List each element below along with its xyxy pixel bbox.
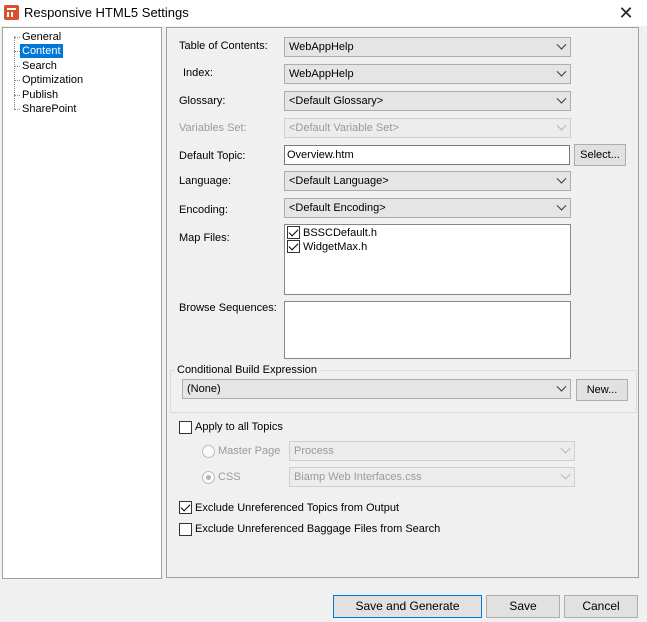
language-label: Language: [179, 175, 231, 187]
css-value: Biamp Web Interfaces.css [294, 471, 422, 483]
window-title: Responsive HTML5 Settings [24, 5, 189, 20]
app-icon [4, 5, 19, 20]
map-files-label: Map Files: [179, 232, 230, 244]
exclude-baggage-checkbox[interactable] [179, 523, 192, 536]
map-file-checkbox[interactable] [287, 226, 300, 239]
new-expression-button[interactable]: New... [576, 379, 628, 401]
toc-select[interactable]: WebAppHelp [284, 37, 571, 57]
default-topic-label: Default Topic: [179, 150, 246, 162]
conditional-build-select[interactable]: (None) [182, 379, 571, 399]
index-label: Index: [183, 67, 213, 79]
tree-item-label: SharePoint [22, 103, 77, 115]
chevron-down-icon [556, 93, 567, 104]
glossary-label: Glossary: [179, 95, 226, 107]
map-file-name: BSSCDefault.h [303, 227, 377, 239]
title-bar: Responsive HTML5 Settings ✕ [0, 0, 647, 26]
index-select[interactable]: WebAppHelp [284, 64, 571, 84]
tree-connector [14, 36, 15, 109]
toc-label: Table of Contents: [179, 40, 268, 52]
map-file-checkbox[interactable] [287, 240, 300, 253]
exclude-topics-checkbox[interactable] [179, 501, 192, 514]
css-select[interactable]: Biamp Web Interfaces.css [289, 467, 575, 487]
conditional-build-label: Conditional Build Expression [175, 364, 320, 376]
tree-item-label: Search [22, 60, 57, 72]
chevron-down-icon [556, 173, 567, 184]
tree-item-label: Content [20, 44, 63, 58]
variables-set-label: Variables Set: [179, 122, 247, 134]
chevron-down-icon [556, 200, 567, 211]
language-value: <Default Language> [289, 175, 389, 187]
master-page-radio[interactable] [202, 445, 215, 458]
chevron-down-icon [556, 381, 567, 392]
apply-all-topics-checkbox[interactable] [179, 421, 192, 434]
exclude-topics-label: Exclude Unreferenced Topics from Output [195, 502, 400, 514]
encoding-select[interactable]: <Default Encoding> [284, 198, 571, 218]
browse-sequences-label: Browse Sequences: [179, 302, 277, 314]
index-value: WebAppHelp [289, 68, 354, 80]
variables-set-value: <Default Variable Set> [289, 122, 399, 134]
chevron-down-icon [560, 469, 571, 480]
conditional-build-value: (None) [187, 383, 221, 395]
master-page-label: Master Page [218, 445, 281, 457]
apply-all-topics-label: Apply to all Topics [195, 421, 283, 433]
variables-set-select[interactable]: <Default Variable Set> [284, 118, 571, 138]
select-topic-button[interactable]: Select... [574, 144, 626, 166]
default-topic-input[interactable]: Overview.htm [284, 145, 570, 165]
settings-tree: General Content Search Optimization Publ… [2, 27, 162, 579]
chevron-down-icon [556, 39, 567, 50]
cancel-button[interactable]: Cancel [564, 595, 638, 618]
map-file-name: WidgetMax.h [303, 241, 368, 253]
exclude-baggage-label: Exclude Unreferenced Baggage Files from … [195, 523, 441, 535]
encoding-label: Encoding: [179, 204, 228, 216]
encoding-value: <Default Encoding> [289, 202, 386, 214]
chevron-down-icon [556, 120, 567, 131]
master-page-value: Process [294, 445, 334, 457]
css-label: CSS [218, 471, 241, 483]
save-and-generate-button[interactable]: Save and Generate [333, 595, 482, 618]
glossary-select[interactable]: <Default Glossary> [284, 91, 571, 111]
map-files-list[interactable]: BSSCDefault.h WidgetMax.h [284, 224, 571, 295]
css-radio[interactable] [202, 471, 215, 484]
chevron-down-icon [556, 66, 567, 77]
toc-value: WebAppHelp [289, 41, 354, 53]
chevron-down-icon [560, 443, 571, 454]
save-button[interactable]: Save [486, 595, 560, 618]
glossary-value: <Default Glossary> [289, 95, 384, 107]
master-page-select[interactable]: Process [289, 441, 575, 461]
browse-sequences-list[interactable] [284, 301, 571, 359]
close-icon[interactable]: ✕ [611, 1, 641, 25]
tree-item-label: General [22, 31, 62, 43]
tree-item-label: Publish [22, 89, 59, 101]
tree-item-label: Optimization [22, 74, 84, 86]
language-select[interactable]: <Default Language> [284, 171, 571, 191]
